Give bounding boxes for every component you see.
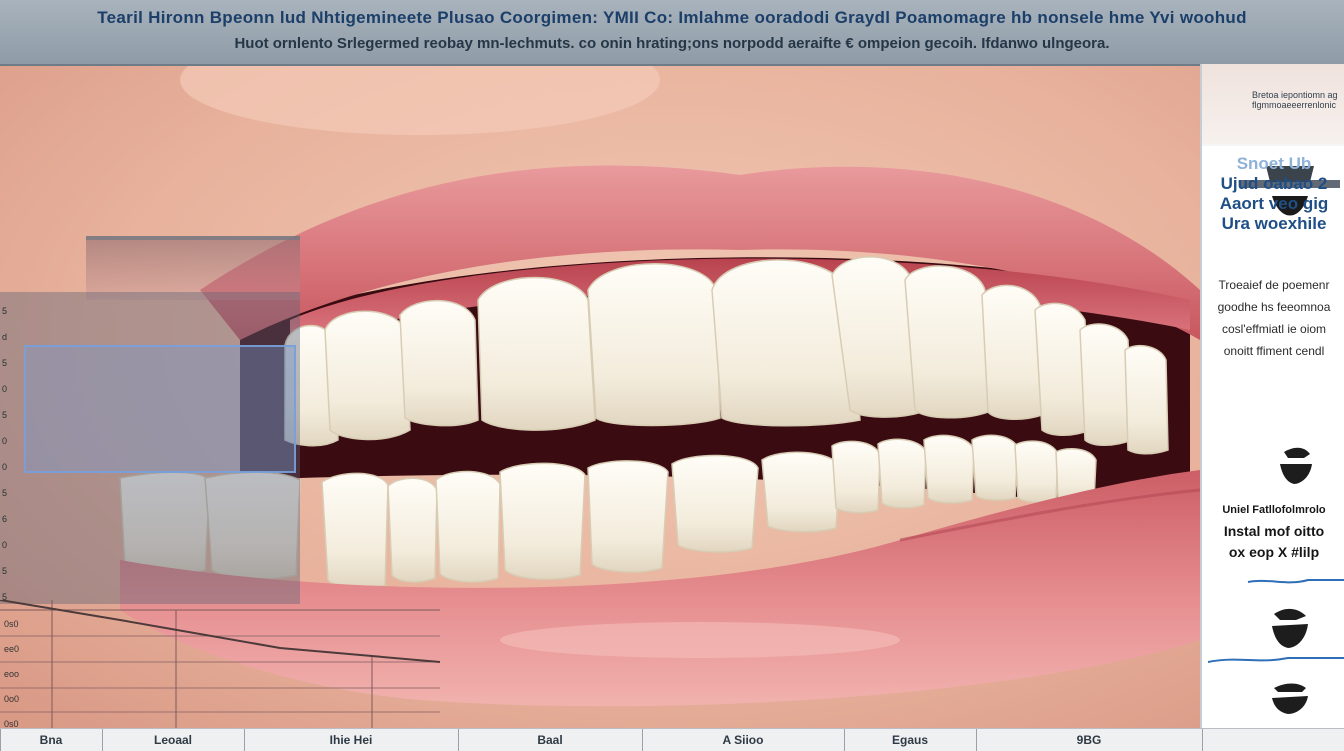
- strip-cell: 9BG: [976, 729, 1201, 751]
- wave-divider: [1208, 657, 1344, 663]
- tick-label: 5: [2, 566, 8, 576]
- tick-label: 0: [2, 540, 8, 550]
- tick-label: eoo: [4, 669, 20, 679]
- tick-label: 0s0: [4, 619, 19, 629]
- tick-label: 0o0: [4, 694, 20, 704]
- info-sidebar: Bretoa iepontiomn ag flgmmoaeeerrenlonic…: [1200, 64, 1344, 750]
- wave-divider: [1247, 579, 1344, 584]
- headline-line: Aaort veo gig: [1219, 194, 1329, 213]
- caption-line: Bretoa iepontiomn ag: [1252, 90, 1338, 100]
- strip-cell: Leoaal: [102, 729, 243, 751]
- tick-label: 5: [2, 358, 8, 368]
- caption-line: flgmmoaeeerrenlonic: [1252, 100, 1337, 110]
- sidebar-caption: Bretoa iepontiomn ag flgmmoaeeerrenlonic: [1252, 90, 1338, 110]
- tick-label: 5: [2, 306, 8, 316]
- axis-ticks-left: 5 d 5 0 5 0 0 5 6 0 5 5: [2, 298, 7, 610]
- sidebar-paragraph: Troeaief de poemenr goodhe hs feeomnoa c…: [1202, 274, 1344, 362]
- strip-cell: Bna: [0, 729, 101, 751]
- paragraph-line: Troeaief de poemenr: [1218, 278, 1330, 292]
- strip-cell: A Siioo: [642, 729, 843, 751]
- sidebar-headline: Snoet Ub Ujud oabao 2 Aaort veo gig Ura …: [1202, 154, 1344, 234]
- bold-line: ox eop X #lilp: [1228, 544, 1320, 560]
- tick-label: 0: [2, 384, 8, 394]
- paragraph-line: cosl'effmiatl ie oiom: [1221, 322, 1327, 336]
- bottom-label-strip: Bna Leoaal Ihie Hei Baal A Siioo Egaus 9…: [0, 728, 1344, 751]
- banner-subtitle: Huot ornlento Srlegermed reobay mn-lechm…: [234, 35, 1110, 52]
- overlay-panel-top: [86, 236, 300, 300]
- strip-cell: Egaus: [844, 729, 975, 751]
- tick-label: ee0: [4, 644, 20, 654]
- strip-cell: Ihie Hei: [244, 729, 457, 751]
- paragraph-line: goodhe hs feeomnoa: [1217, 300, 1331, 314]
- tick-label: 6: [2, 514, 8, 524]
- tooth-icon: [1280, 447, 1312, 484]
- strip-cell: Baal: [458, 729, 641, 751]
- banner-title: Tearil Hironn Bpeonn lud Nhtigemineete P…: [97, 8, 1247, 27]
- highlight-box: [24, 345, 296, 473]
- tick-label: 5: [2, 410, 8, 420]
- title-banner: Tearil Hironn Bpeonn lud Nhtigemineete P…: [0, 0, 1344, 66]
- axis-ticks-bottom: 0s0 ee0 eoo 0o0 0s0: [4, 612, 19, 737]
- bold-line: Instal mof oitto: [1223, 523, 1325, 539]
- headline-line: Ujud oabao 2: [1220, 174, 1328, 193]
- bold-line: Uniel Fatllofolmrolo: [1222, 504, 1326, 516]
- paragraph-line: onoitt ffiment cendl: [1223, 344, 1325, 358]
- tick-label: d: [2, 332, 8, 342]
- tick-label: 5: [2, 488, 8, 498]
- sidebar-bold-block: Uniel Fatllofolmrolo Instal mof oitto ox…: [1202, 500, 1344, 563]
- tooth-icon: [1272, 683, 1308, 714]
- tick-label: 0: [2, 436, 8, 446]
- tick-label: 0: [2, 462, 8, 472]
- strip-cell: [1202, 729, 1344, 751]
- grid-lines: [0, 600, 440, 728]
- headline-line: Snoet Ub: [1236, 154, 1312, 173]
- headline-line: Ura woexhile: [1221, 214, 1327, 233]
- tooth-icon: [1272, 608, 1308, 648]
